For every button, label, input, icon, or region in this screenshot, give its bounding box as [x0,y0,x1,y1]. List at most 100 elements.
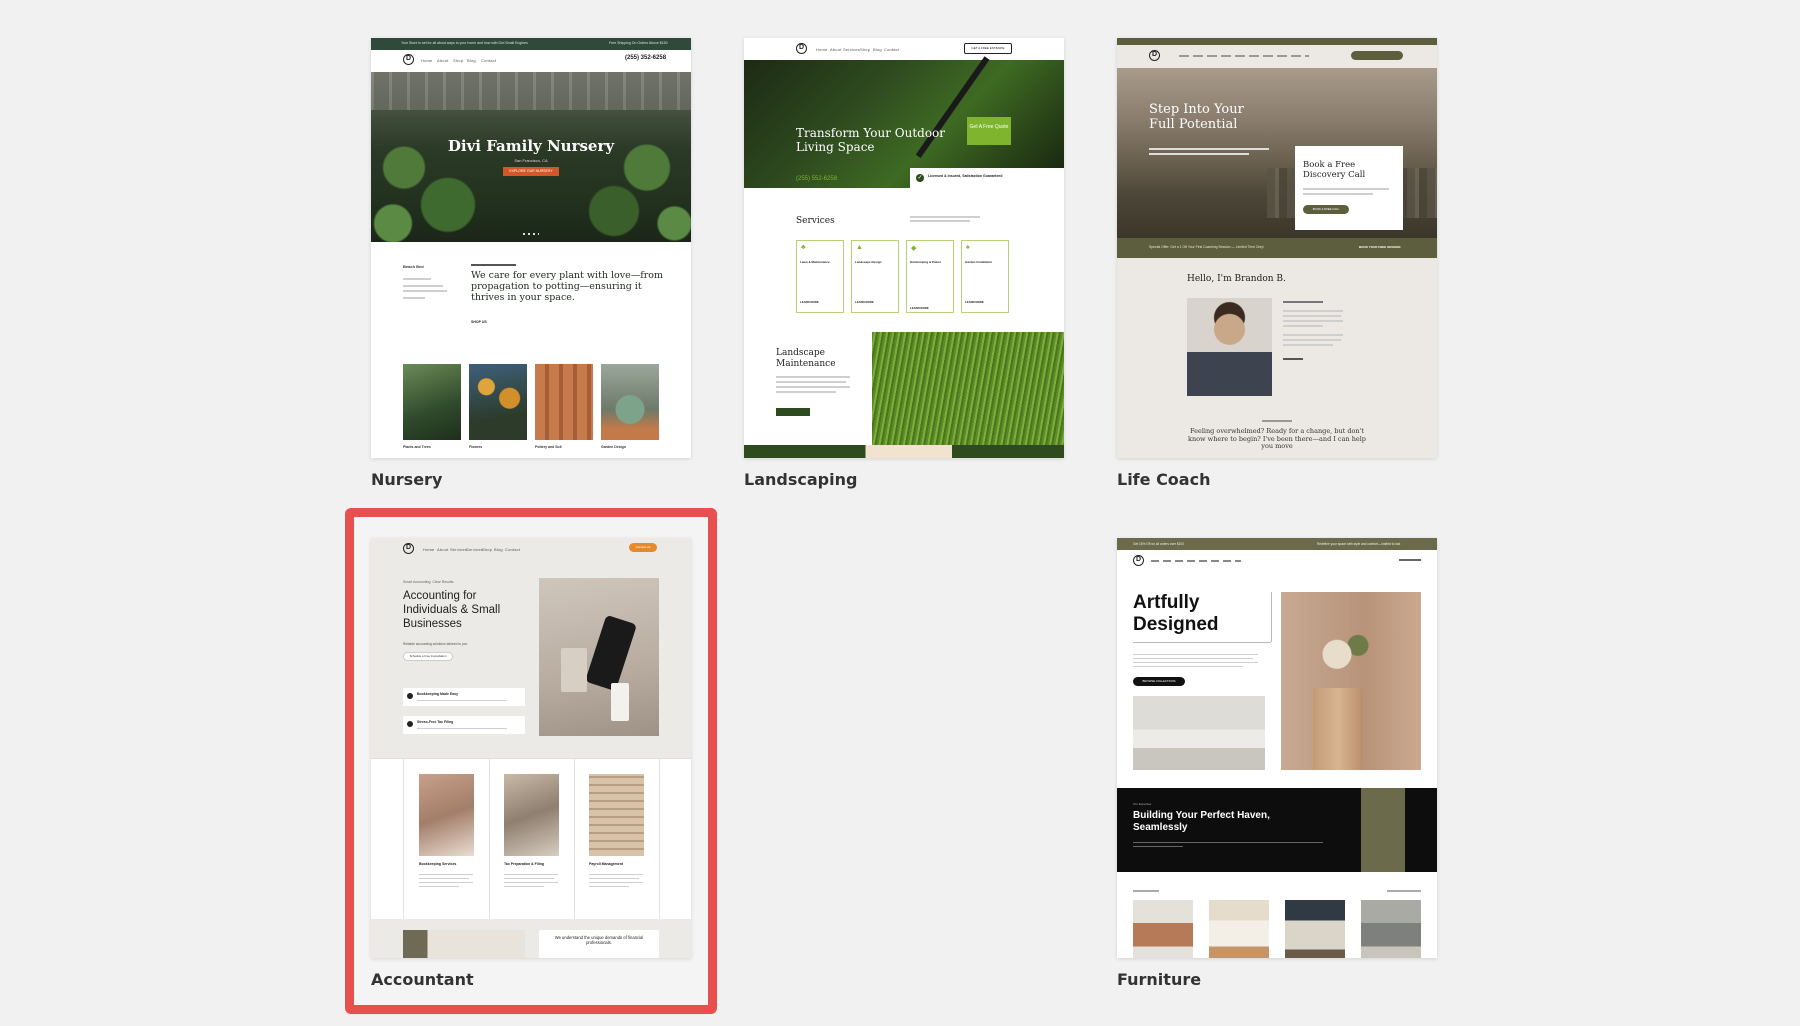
account-link[interactable] [1399,559,1421,561]
maintenance-button[interactable] [776,408,810,416]
nav-item[interactable]: Blog [873,47,882,52]
nav-item[interactable]: Contact [884,47,899,52]
service-title: Payroll Management [589,862,623,866]
category-image-plants[interactable] [403,364,461,440]
template-card-life-coach[interactable]: D Step Into Your Full Potential Book a F… [1117,38,1437,458]
top-bar-right-text: Redefine your space with style and comfo… [1317,542,1400,546]
category-label: Plants and Trees [403,445,431,449]
top-bar-right-text: Free Shipping On Orders Above $150 [609,41,668,45]
template-card-landscaping[interactable]: D Home About Services Shop Blog Contact … [744,38,1064,458]
nav-item[interactable]: Contact [481,58,496,63]
product-image-recliner[interactable] [1285,900,1345,958]
card-title[interactable]: Landscaping [744,470,857,489]
nav-item[interactable]: Blog [494,547,503,552]
nav-item[interactable]: About [437,547,448,552]
eyebrow-line [471,264,516,266]
service-image-tax[interactable] [504,774,559,856]
check-icon: ✓ [916,174,924,182]
nav-item[interactable]: Services [466,547,483,552]
hero-title: Artfully Designed [1133,592,1243,636]
hero-button[interactable]: EXPLORE OUR NURSERY [503,167,559,176]
product-image-sofa[interactable] [1361,900,1421,958]
offer-link[interactable]: BOOK YOUR FREE SESSION [1359,245,1400,249]
learn-more-link[interactable]: LEARN MORE [800,300,819,304]
template-thumbnail-accountant[interactable]: D Home About Services Services Shop Blog… [371,538,691,958]
service-text-line [419,886,459,887]
hero-title: Transform Your Outdoor Living Space [796,126,956,154]
hero-button[interactable]: Schedule a Free Consultation [403,652,453,661]
hero-button[interactable]: BROWSE COLLECTIONS [1133,677,1185,686]
sofa-image [1133,696,1265,770]
info-text-line [403,285,443,287]
nav-item[interactable]: Shop [482,547,492,552]
category-image-flowers[interactable] [469,364,527,440]
service-image-bookkeeping[interactable] [419,774,474,856]
nav-item[interactable]: Shop [453,58,463,63]
feature-text-line [417,700,507,701]
nav-item[interactable]: Services [843,47,860,52]
footer-text: Feeling overwhelmed? Ready for a change,… [1187,428,1367,456]
learn-more-link[interactable]: LEARN MORE [965,300,984,304]
feature-card[interactable] [403,688,525,706]
card-title[interactable]: Furniture [1117,970,1201,989]
services-title: Services [796,216,835,226]
top-bar [1117,38,1437,45]
phone-number: (255) 552-6258 [796,176,837,182]
nav-item[interactable]: Shop [860,47,870,52]
card-title[interactable]: Nursery [371,470,442,489]
template-thumbnail-life-coach[interactable]: D Step Into Your Full Potential Book a F… [1117,38,1437,458]
category-image-pottery[interactable] [535,364,593,440]
nav-item[interactable]: Blog [467,58,476,63]
card-title[interactable]: Accountant [371,970,474,989]
service-image-payroll[interactable] [589,774,644,856]
discovery-button[interactable]: BOOK A FREE CALL [1303,205,1349,214]
template-card-furniture[interactable]: Get 15% Off on all orders over $100 Rede… [1117,538,1437,958]
template-card-nursery[interactable]: Your Store is set for all about ways to … [371,38,691,458]
service-text-line [419,878,469,879]
top-bar-text: Get 15% Off on all orders over $100 [1133,542,1184,546]
view-all-line[interactable] [1387,890,1421,892]
nav-item[interactable]: Services [450,547,467,552]
product-image-lounge[interactable] [1209,900,1269,958]
band-eyebrow: Our Expertise [1133,802,1151,806]
hero-title: Accounting for Individuals & Small Busin… [403,589,518,631]
contact-button[interactable]: Contact Us [629,543,657,552]
category-image-garden[interactable] [601,364,659,440]
learn-more-link[interactable]: LEARN MORE [855,300,874,304]
badge-text: Licensed & Insured, Satisfaction Guarant… [928,174,1003,178]
stack-icon: ◆ [911,244,916,252]
hero-text-line [1133,662,1258,663]
nav-item[interactable]: Home [423,547,434,552]
nav-item[interactable]: About [437,58,448,63]
bio-text-line [1283,344,1333,346]
pencil-cup [561,648,587,692]
bio-text-line [1283,310,1343,312]
nav-item[interactable]: Contact [505,547,520,552]
nav-item[interactable]: About [830,47,841,52]
template-thumbnail-furniture[interactable]: Get 15% Off on all orders over $100 Rede… [1117,538,1437,958]
shop-link[interactable]: SHOP US [471,320,487,324]
cta-button[interactable]: GET A FREE ESTIMATE [964,43,1012,54]
info-text-line [403,297,425,299]
band-title: Building Your Perfect Haven, Seamlessly [1133,810,1293,834]
nav-item[interactable]: Home [816,47,827,52]
hero-text-line [1133,654,1258,655]
office-image [403,930,525,958]
column-divider [659,759,660,919]
category-label: Pottery and Soil [535,445,562,449]
product-image-chair[interactable] [1133,900,1193,958]
nav-button[interactable] [1351,51,1403,60]
service-text-line [419,882,473,883]
service-text-line [504,882,558,883]
divi-logo-icon: D [403,543,414,554]
template-thumbnail-landscaping[interactable]: D Home About Services Shop Blog Contact … [744,38,1064,458]
hero-quote-button[interactable]: Get A Free Quote [967,117,1011,145]
learn-more-link[interactable]: LEARN MORE [910,306,929,310]
template-thumbnail-nursery[interactable]: Your Store is set for all about ways to … [371,38,691,458]
service-text-line [589,878,639,879]
feature-card[interactable] [403,716,525,734]
hero-rule [1133,642,1271,643]
nav-item[interactable]: Home [421,58,432,63]
template-card-accountant[interactable]: D Home About Services Services Shop Blog… [371,538,691,958]
card-title[interactable]: Life Coach [1117,470,1210,489]
